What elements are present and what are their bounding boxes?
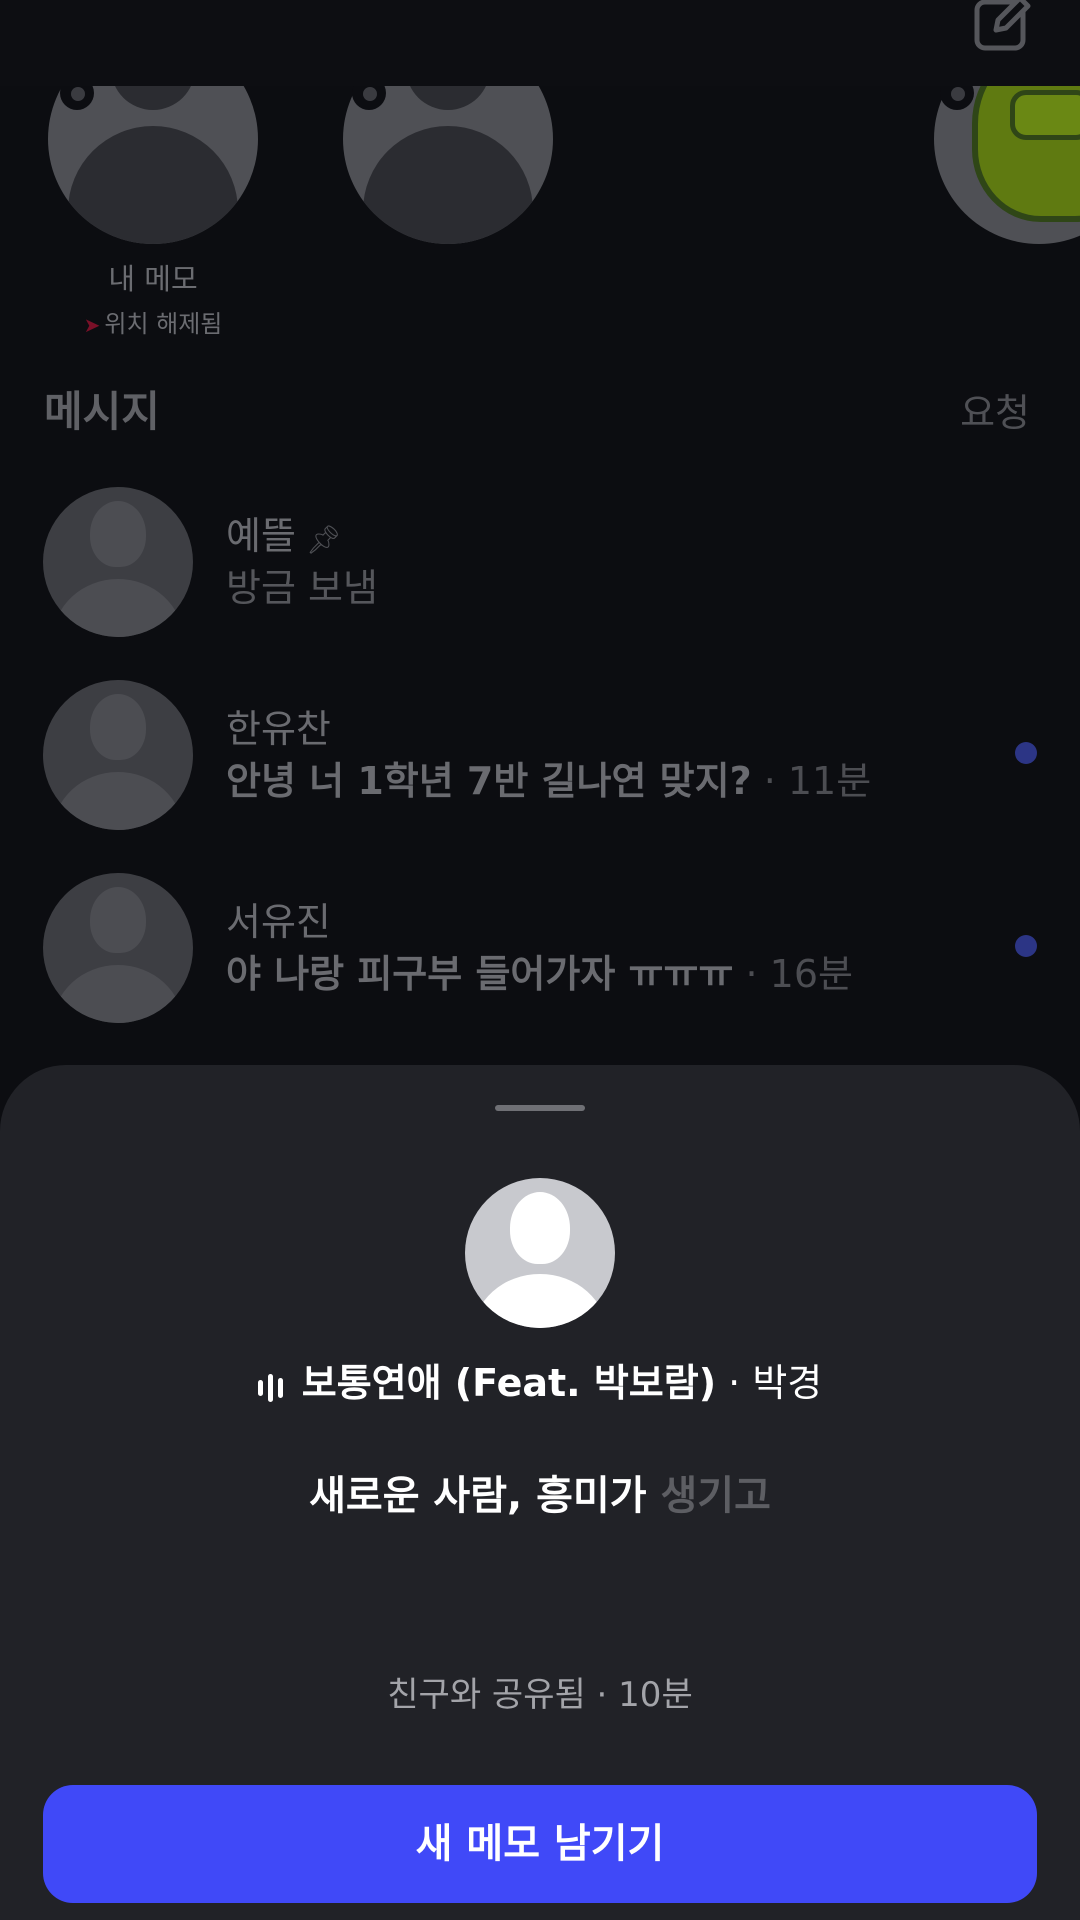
avatar (43, 873, 193, 1023)
unread-indicator (1015, 935, 1037, 957)
chat-name: 서유진 (226, 900, 331, 944)
my-memo-label: 내 메모 (108, 262, 198, 296)
chat-preview: 안녕 너 1학년 7반 길나연 맞지? (226, 759, 752, 803)
chat-preview: 야 나랑 피구부 들어가자 ㅠㅠㅠ (226, 952, 734, 996)
chat-preview: 방금 보냄 (226, 566, 378, 610)
song-title: 보통연애 (Feat. 박보람) (301, 1361, 717, 1405)
chat-row[interactable]: 한유찬 안녕 너 1학년 7반 길나연 맞지? · 11분 (0, 680, 1080, 840)
leave-new-memo-button[interactable]: 새 메모 남기기 (43, 1785, 1037, 1903)
now-playing-line: 보통연애 (Feat. 박보람) · 박경 (0, 1352, 1080, 1408)
chat-row[interactable]: 예뜰 📌︎ 방금 보냄 (0, 487, 1080, 647)
avatar (465, 1178, 615, 1328)
location-status: ➤ 위치 해제됨 (53, 304, 253, 339)
unread-indicator (1015, 742, 1037, 764)
sheet-drag-handle[interactable] (495, 1105, 585, 1111)
chat-row[interactable]: 서유진 야 나랑 피구부 들어가자 ㅠㅠㅠ · 16분 (0, 873, 1080, 1033)
requests-link[interactable]: 요청 (960, 382, 1030, 437)
compose-icon[interactable] (972, 0, 1032, 52)
notes-row: 내 메모 ➤ 위치 해제됨 (0, 34, 1080, 346)
chat-name: 예뜰 (226, 514, 296, 558)
location-status-text: 위치 해제됨 (104, 310, 223, 338)
lyric-highlighted: 새로운 사람, 흥미가 (309, 1473, 647, 1519)
chat-time: · 11분 (751, 759, 872, 803)
shared-status: 친구와 공유됨 · 10분 (387, 1675, 693, 1715)
chat-name: 한유찬 (226, 707, 331, 751)
location-off-icon: ➤ (83, 313, 101, 337)
song-artist: · 박경 (716, 1361, 823, 1405)
messages-section-title: 메시지 (44, 387, 160, 436)
top-bar (0, 0, 1080, 86)
lyric-line: 새로운 사람, 흥미가 생기고 (0, 1463, 1080, 1521)
pin-icon: 📌︎ (305, 523, 342, 556)
avatar (43, 487, 193, 637)
lyric-upcoming: 생기고 (646, 1473, 771, 1519)
audio-bars-icon (257, 1364, 288, 1408)
memo-bottom-sheet: 보통연애 (Feat. 박보람) · 박경 새로운 사람, 흥미가 생기고 친구… (0, 1065, 1080, 1920)
messages-screen: 내 메모 ➤ 위치 해제됨 메시지 요청 예뜰 📌︎ 방금 보냄 한유찬 안녕 너 … (0, 0, 1080, 1920)
chat-time: · 16분 (733, 952, 853, 996)
avatar (43, 680, 193, 830)
